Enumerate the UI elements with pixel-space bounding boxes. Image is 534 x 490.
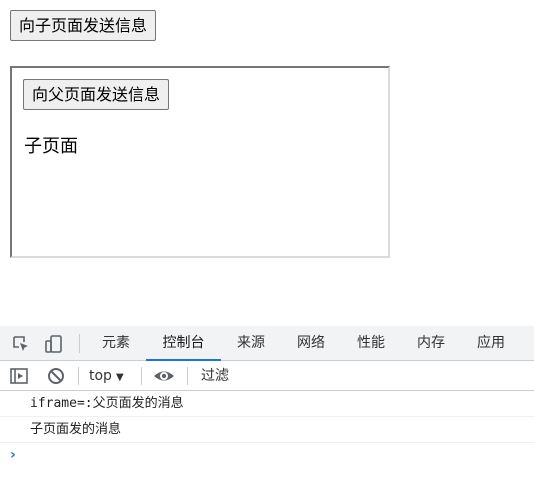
console-prompt[interactable]: › <box>0 443 534 465</box>
context-selector[interactable]: top ▼ <box>89 361 124 391</box>
tab-console[interactable]: 控制台 <box>146 326 221 361</box>
tab-application[interactable]: 应用 <box>468 326 514 361</box>
browser-page: 向子页面发送信息 向父页面发送信息 子页面 元素 控制台 来源 网络 性能 内存… <box>0 0 534 490</box>
device-toolbar-icon[interactable] <box>43 333 65 355</box>
context-value: top <box>89 368 112 384</box>
console-message: 子页面发的消息 <box>0 417 534 443</box>
tab-memory[interactable]: 内存 <box>408 326 454 361</box>
tab-elements[interactable]: 元素 <box>92 326 140 361</box>
send-to-parent-button[interactable]: 向父页面发送信息 <box>23 79 170 110</box>
clear-console-icon[interactable] <box>46 366 66 386</box>
inspect-element-icon[interactable] <box>10 333 32 355</box>
child-iframe: 向父页面发送信息 子页面 <box>10 66 390 258</box>
console-log-area: iframe=:父页面发的消息 子页面发的消息 › <box>0 391 534 465</box>
tab-performance[interactable]: 性能 <box>348 326 394 361</box>
filter-input[interactable] <box>196 365 526 387</box>
caret-down-icon: ▼ <box>115 372 124 383</box>
devtools-tab-bar: 元素 控制台 来源 网络 性能 内存 应用 <box>0 326 534 361</box>
console-toolbar: top ▼ <box>0 361 534 391</box>
toolbar-separator <box>187 367 188 385</box>
send-to-child-button[interactable]: 向子页面发送信息 <box>10 10 157 41</box>
prompt-chevron-icon: › <box>10 447 16 463</box>
child-page-text: 子页面 <box>24 136 78 157</box>
toolbar-separator <box>141 367 142 385</box>
tab-sources[interactable]: 来源 <box>228 326 274 361</box>
show-sidebar-icon[interactable] <box>9 366 29 386</box>
live-expression-eye-icon[interactable] <box>151 366 177 386</box>
console-message: iframe=:父页面发的消息 <box>0 391 534 417</box>
toolbar-separator <box>78 367 79 385</box>
tab-network[interactable]: 网络 <box>288 326 334 361</box>
tabs-separator <box>79 334 80 353</box>
devtools-panel: 元素 控制台 来源 网络 性能 内存 应用 top ▼ 过滤 iframe=:父… <box>0 326 534 490</box>
